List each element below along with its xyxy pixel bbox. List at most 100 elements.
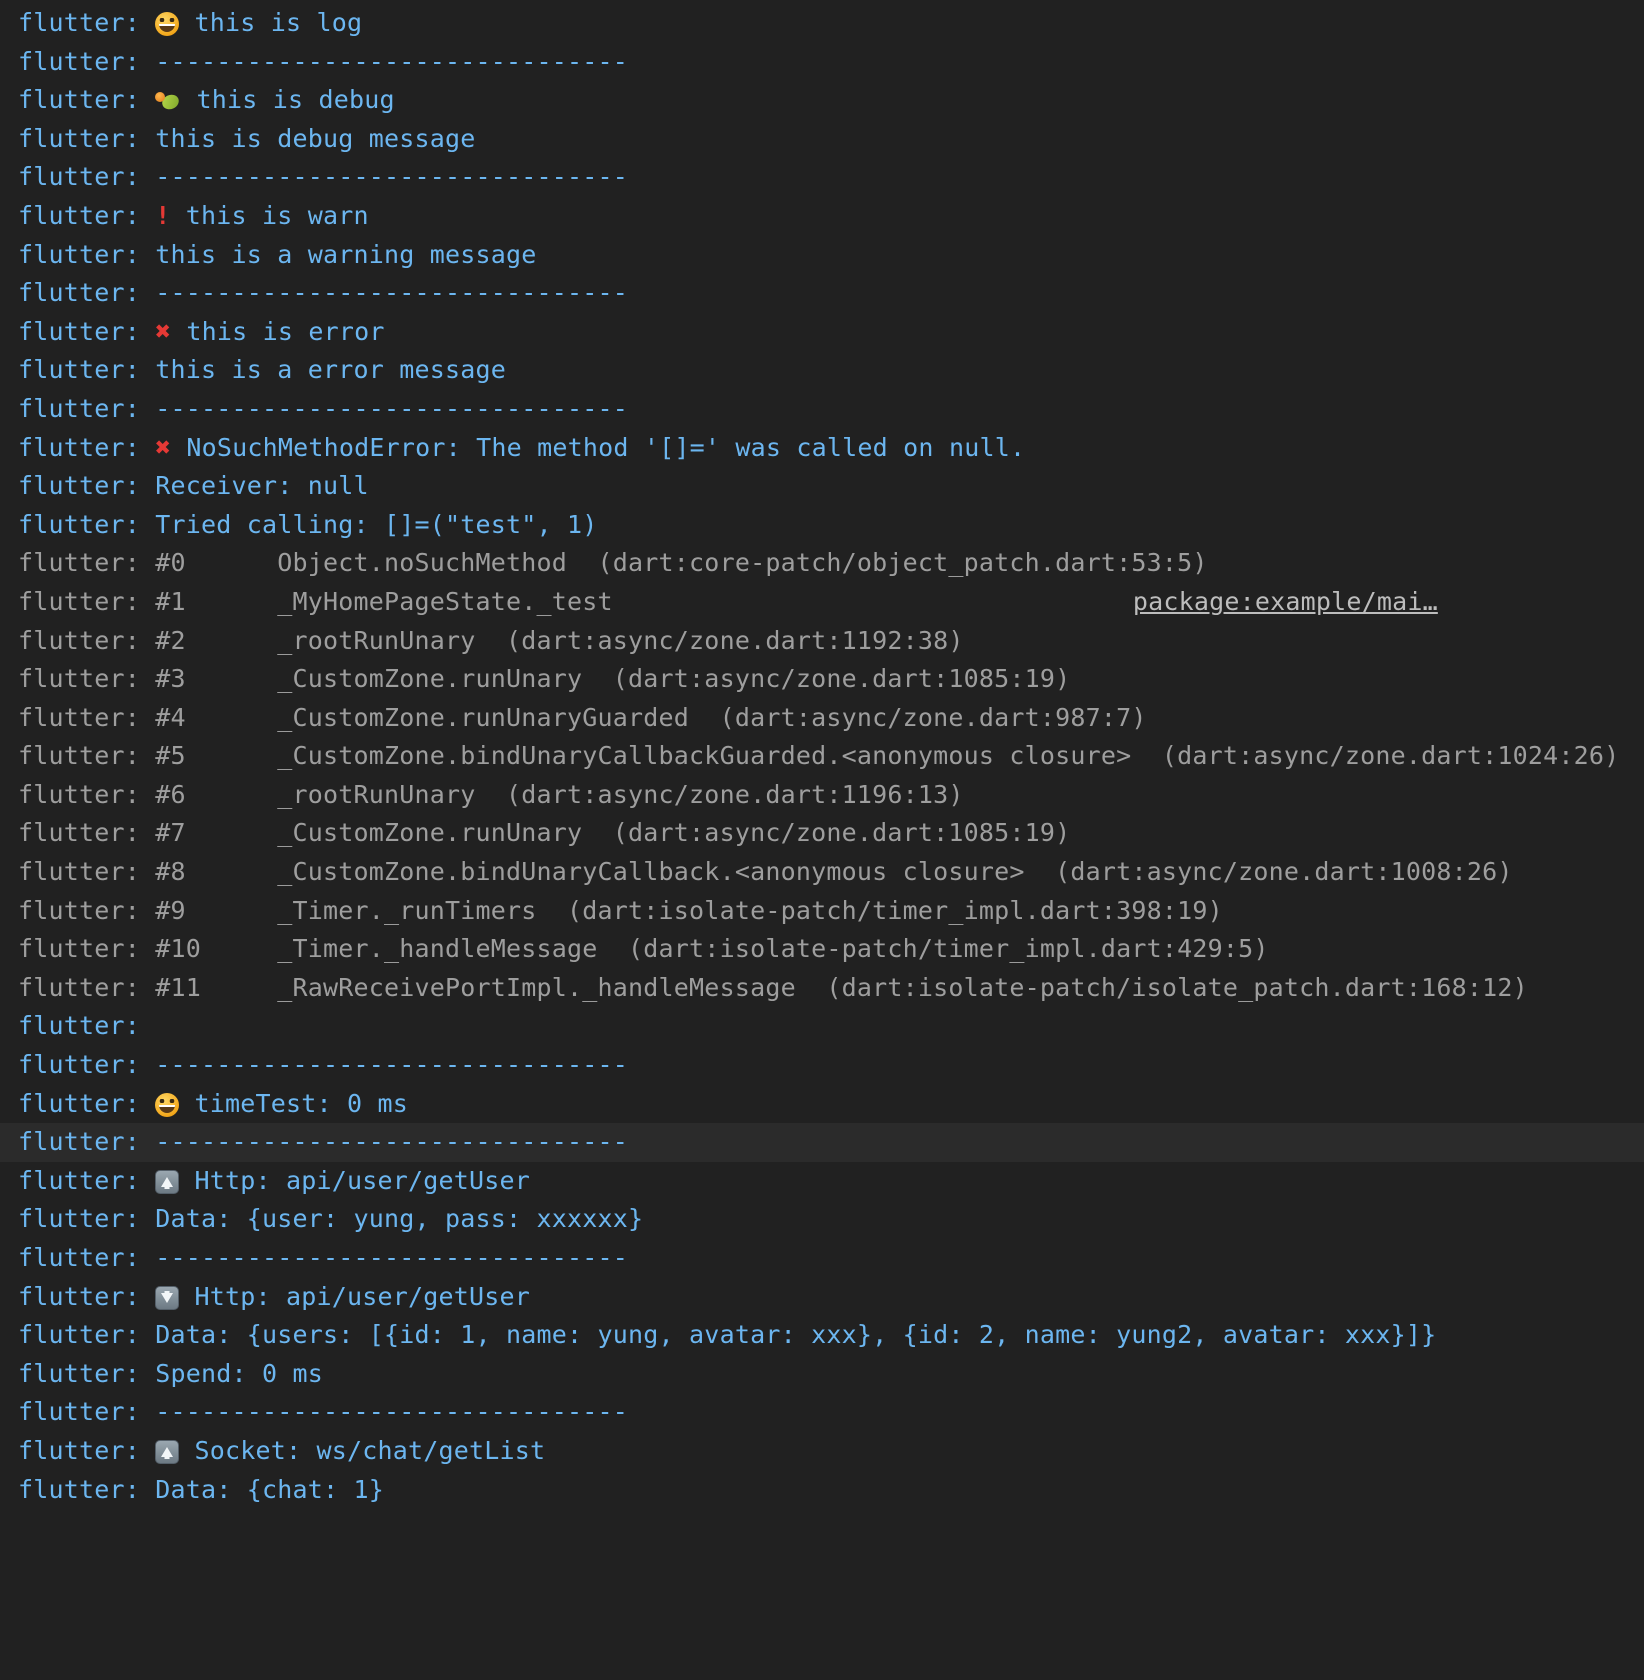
source-link[interactable]: package:example/mai… <box>1133 587 1438 616</box>
log-prefix: flutter: <box>18 1358 156 1388</box>
down-arrow-icon <box>155 1285 180 1310</box>
console-line: flutter: Http: api/user/getUser <box>0 1278 1644 1317</box>
console-line-text: #9 _Timer._runTimers (dart:isolate-patch… <box>155 895 1223 925</box>
console-line-text: Tried calling: []=("test", 1) <box>155 509 598 539</box>
log-prefix: flutter: <box>18 741 156 771</box>
console-line: flutter: ✖ this is error <box>0 313 1644 352</box>
console-line-text: Spend: 0 ms <box>155 1358 324 1388</box>
log-prefix: flutter: <box>18 1474 156 1504</box>
console-line-text: this is a warning message <box>155 239 537 269</box>
log-prefix: flutter: <box>18 509 156 539</box>
console-line-text: #7 _CustomZone.runUnary (dart:async/zone… <box>155 818 1071 848</box>
console-line-text: this is error <box>171 316 385 346</box>
console-line: flutter: ✖ NoSuchMethodError: The method… <box>0 429 1644 468</box>
console-line: flutter: this is a error message <box>0 351 1644 390</box>
console-line: flutter: #8 _CustomZone.bindUnaryCallbac… <box>0 853 1644 892</box>
log-prefix: flutter: <box>18 934 156 964</box>
up-arrow-icon <box>155 1169 180 1194</box>
log-prefix: flutter: <box>18 355 156 385</box>
log-prefix: flutter: <box>18 1397 156 1427</box>
console-line-text: #6 _rootRunUnary (dart:async/zone.dart:1… <box>155 779 964 809</box>
console-line-text: ------------------------------- <box>155 1397 629 1427</box>
log-prefix: flutter: <box>18 1088 156 1118</box>
console-line-text: #4 _CustomZone.runUnaryGuarded (dart:asy… <box>155 702 1147 732</box>
console-line: flutter: ------------------------------- <box>0 1393 1644 1432</box>
debug-console-output[interactable]: flutter: this is log flutter: -----------… <box>0 0 1644 1680</box>
log-prefix: flutter: <box>18 123 156 153</box>
log-prefix: flutter: <box>18 432 156 462</box>
console-line: flutter: Socket: ws/chat/getList <box>0 1432 1644 1471</box>
console-line-text: #10 _Timer._handleMessage (dart:isolate-… <box>155 934 1269 964</box>
log-prefix: flutter: <box>18 548 156 578</box>
bug-emoji <box>155 92 181 112</box>
console-line: flutter: ------------------------------- <box>0 1239 1644 1278</box>
grinning-face-emoji <box>155 12 180 36</box>
console-line: flutter: #0 Object.noSuchMethod (dart:co… <box>0 544 1644 583</box>
console-line-text: timeTest: 0 ms <box>179 1088 409 1118</box>
cross-mark-icon: ✖ <box>155 432 172 463</box>
log-prefix: flutter: <box>18 393 156 423</box>
console-line: flutter: #11 _RawReceivePortImpl._handle… <box>0 969 1644 1008</box>
console-line-text: NoSuchMethodError: The method '[]=' was … <box>171 432 1026 462</box>
log-prefix: flutter: <box>18 46 156 76</box>
console-line: flutter: this is debug message <box>0 120 1644 159</box>
console-line: flutter: timeTest: 0 ms <box>0 1085 1644 1124</box>
console-line-text: this is debug message <box>155 123 476 153</box>
console-line: flutter: Tried calling: []=("test", 1) <box>0 506 1644 545</box>
cross-mark-icon: ✖ <box>155 316 172 347</box>
console-line: flutter: this is debug <box>0 81 1644 120</box>
console-line: flutter: ------------------------------- <box>0 158 1644 197</box>
console-line-text: Socket: ws/chat/getList <box>179 1435 546 1465</box>
console-line-text: Http: api/user/getUser <box>179 1165 531 1195</box>
console-line: flutter: this is log <box>0 4 1644 43</box>
console-line-text: #8 _CustomZone.bindUnaryCallback.<anonym… <box>155 857 1513 887</box>
console-line-text: this is warn <box>170 200 369 230</box>
console-line: flutter: #3 _CustomZone.runUnary (dart:a… <box>0 660 1644 699</box>
log-prefix: flutter: <box>18 586 156 616</box>
log-prefix: flutter: <box>18 1435 156 1465</box>
console-line-text: ------------------------------- <box>155 46 629 76</box>
console-line: flutter: Http: api/user/getUser <box>0 1162 1644 1201</box>
console-line-text: ------------------------------- <box>155 162 629 192</box>
console-line: flutter: Spend: 0 ms <box>0 1355 1644 1394</box>
log-prefix: flutter: <box>18 779 156 809</box>
log-prefix: flutter: <box>18 1165 156 1195</box>
console-line-text: this is log <box>179 8 363 37</box>
log-prefix: flutter: <box>18 1204 156 1234</box>
console-line: flutter: Data: {chat: 1} <box>0 1471 1644 1510</box>
console-line: flutter: ------------------------------- <box>0 274 1644 313</box>
log-prefix: flutter: <box>18 1050 156 1080</box>
console-line: flutter: Data: {users: [{id: 1, name: yu… <box>0 1316 1644 1355</box>
log-prefix: flutter: <box>18 278 156 308</box>
console-line: flutter: #6 _rootRunUnary (dart:async/zo… <box>0 776 1644 815</box>
exclamation-mark-icon: ! <box>155 200 171 230</box>
up-arrow-icon <box>155 1439 180 1464</box>
console-line-text: #1 _MyHomePageState._test <box>155 586 613 616</box>
log-prefix: flutter: <box>18 664 156 694</box>
console-line-text: this is debug <box>181 85 395 115</box>
log-prefix: flutter: <box>18 1320 156 1350</box>
console-line: flutter: ------------------------------- <box>0 43 1644 82</box>
console-line-text: ------------------------------- <box>155 393 629 423</box>
console-line: flutter: ------------------------------- <box>0 1123 1644 1162</box>
console-line: flutter: #10 _Timer._handleMessage (dart… <box>0 930 1644 969</box>
log-prefix: flutter: <box>18 1281 156 1311</box>
console-line-text: #2 _rootRunUnary (dart:async/zone.dart:1… <box>155 625 964 655</box>
console-line: flutter: #1 _MyHomePageState._test packag… <box>0 583 1644 622</box>
console-line-text: Http: api/user/getUser <box>179 1281 531 1311</box>
log-prefix: flutter: <box>18 239 156 269</box>
console-line-text: #3 _CustomZone.runUnary (dart:async/zone… <box>155 664 1071 694</box>
console-line: flutter: #4 _CustomZone.runUnaryGuarded … <box>0 699 1644 738</box>
grinning-face-emoji <box>155 1092 180 1117</box>
console-line-text: Data: {chat: 1} <box>155 1474 385 1504</box>
log-prefix: flutter: <box>18 162 156 192</box>
console-line: flutter: Data: {user: yung, pass: xxxxxx… <box>0 1200 1644 1239</box>
log-prefix: flutter: <box>18 200 156 230</box>
console-line-text: Data: {user: yung, pass: xxxxxx} <box>155 1204 644 1234</box>
console-line-text: #0 Object.noSuchMethod (dart:core-patch/… <box>155 548 1208 578</box>
console-line-text: Receiver: null <box>155 471 369 501</box>
log-prefix: flutter: <box>18 972 156 1002</box>
log-prefix: flutter: <box>18 1243 156 1272</box>
console-line: flutter: Receiver: null <box>0 467 1644 506</box>
console-line: flutter: <box>0 1007 1644 1046</box>
